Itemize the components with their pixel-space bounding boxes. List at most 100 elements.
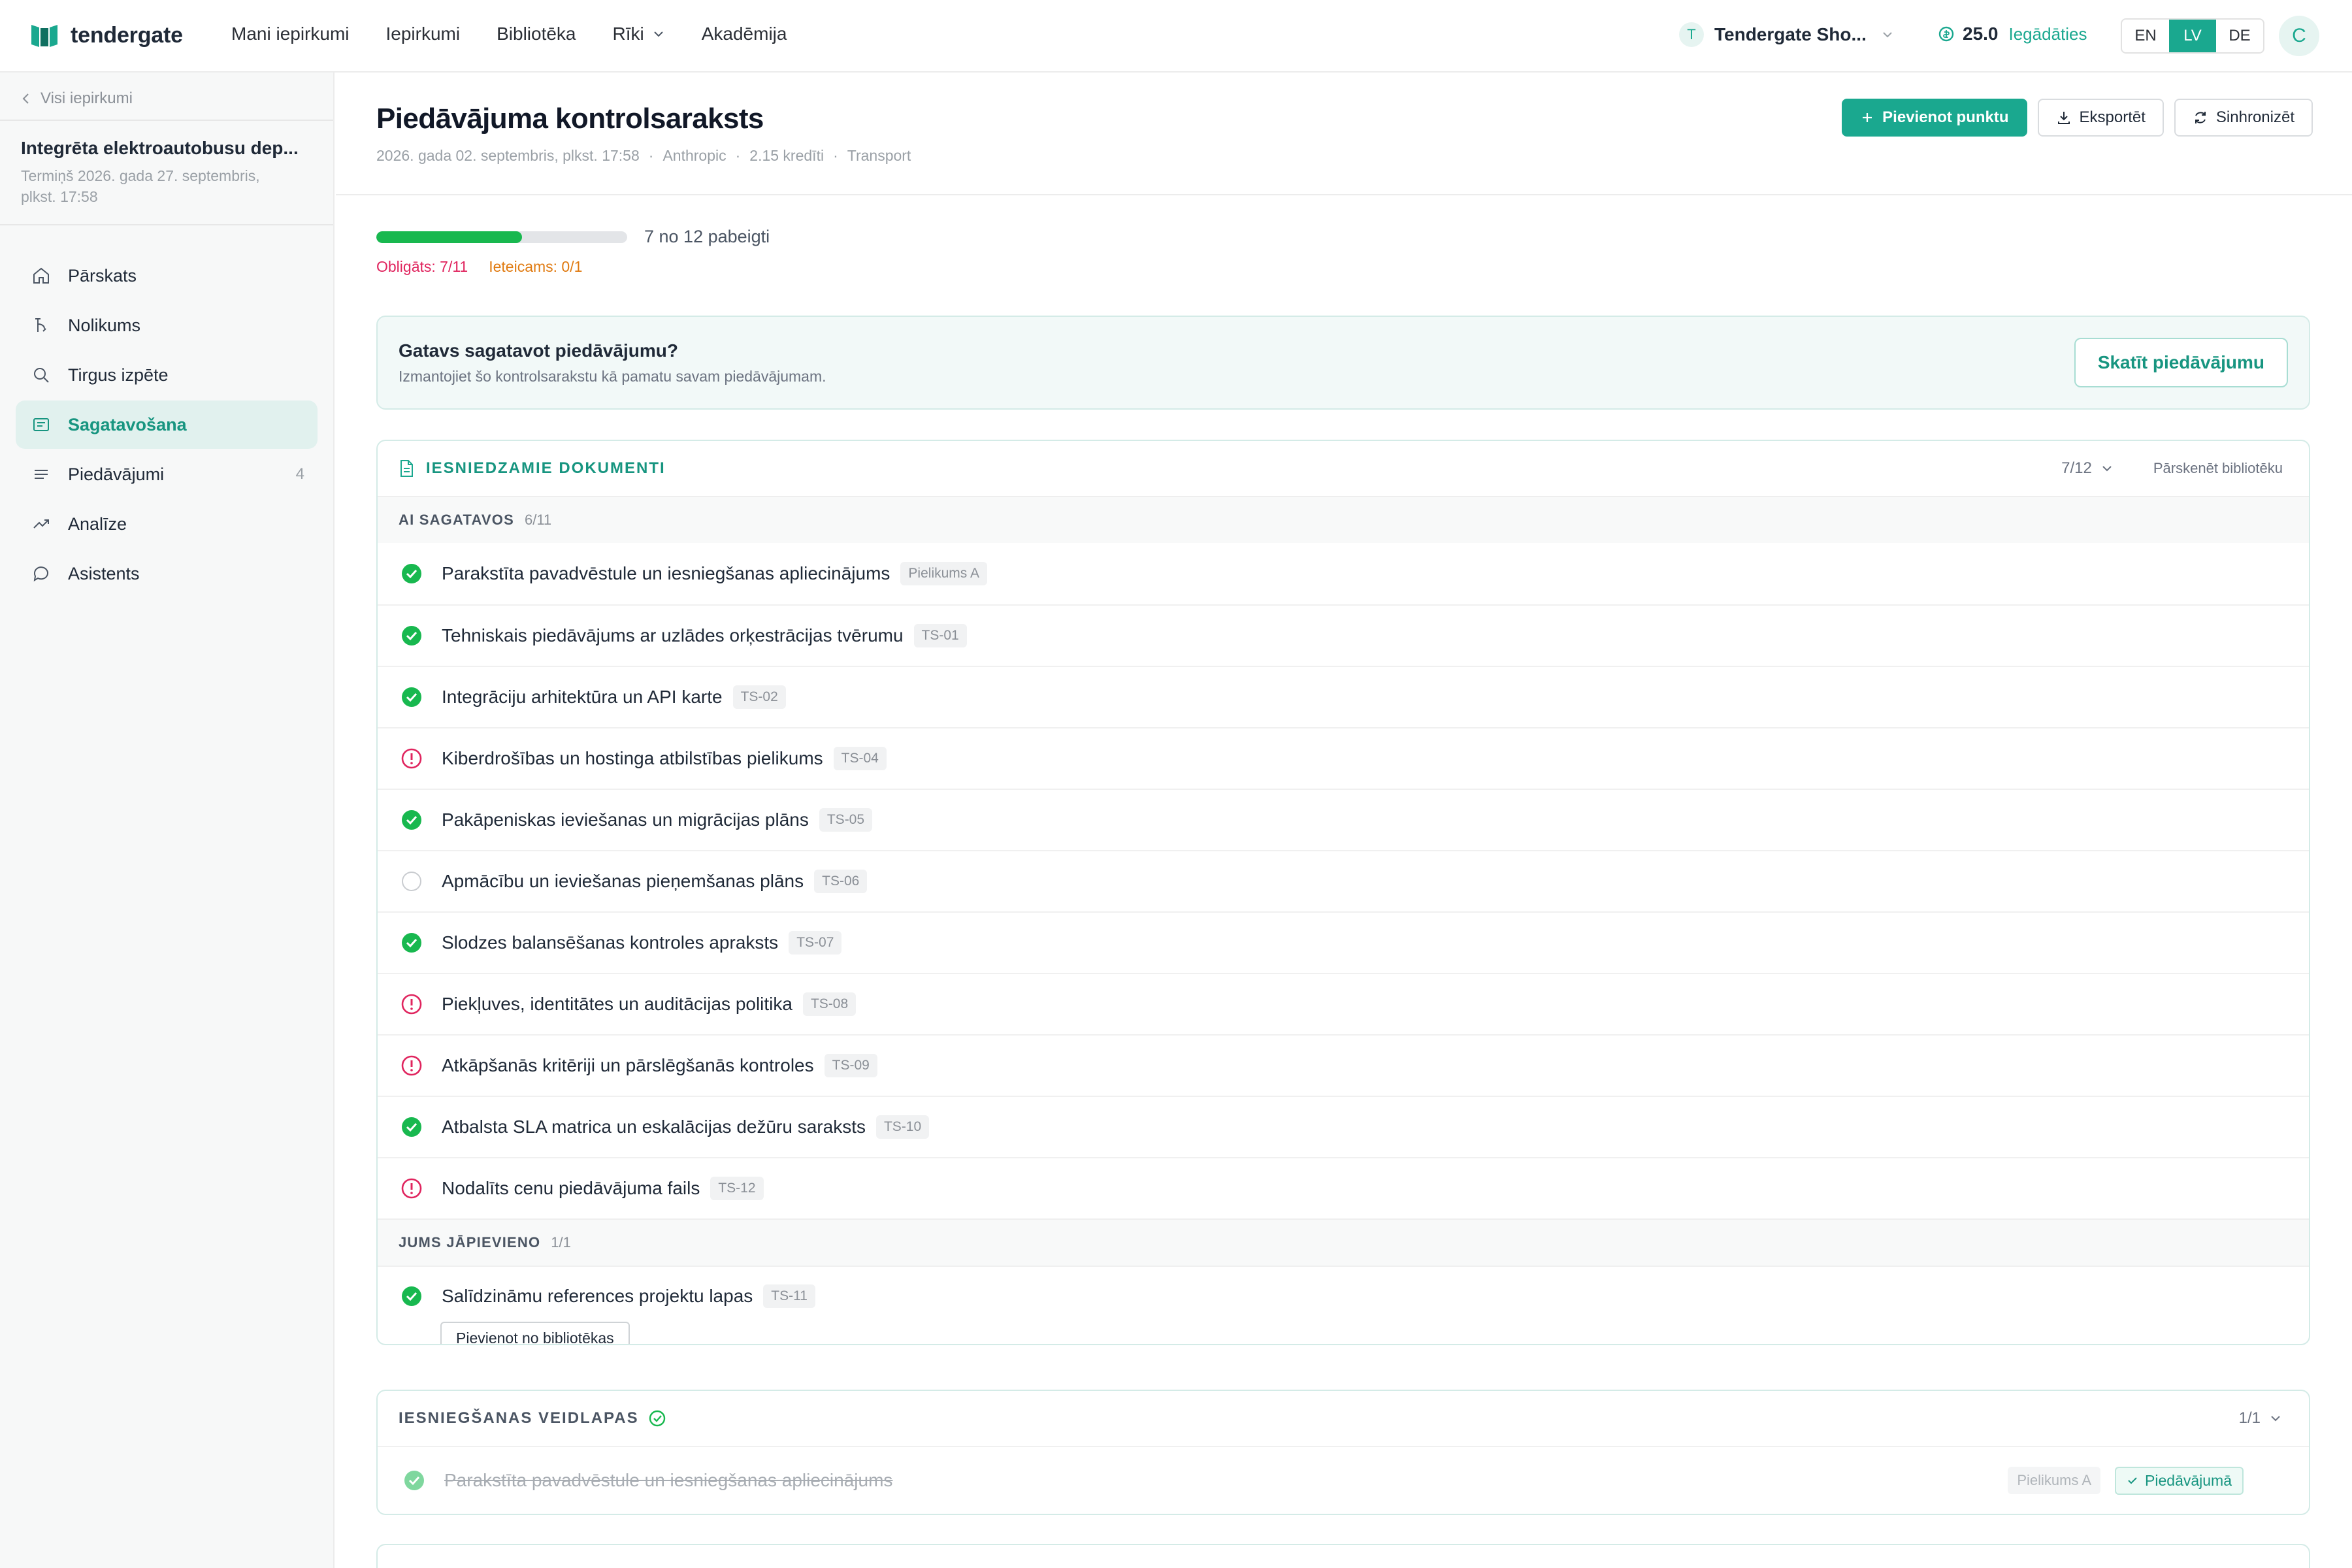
nav-procurements[interactable]: Iepirkumi: [386, 24, 461, 44]
chevron-down-icon[interactable]: [2268, 1411, 2283, 1426]
user-document-line: Salīdzināmu references projektu lapas TS…: [400, 1279, 2309, 1314]
documents-section-header[interactable]: IESNIEDZAMIE DOKUMENTI 7/12 Pārskenēt bi…: [378, 441, 2309, 496]
document-name: Atbalsta SLA matrica un eskalācijas dežū…: [442, 1117, 866, 1137]
top-navigation: tendergate Mani iepirkumi Iepirkumi Bibl…: [0, 0, 2352, 73]
search-icon: [34, 368, 49, 383]
view-bid-button[interactable]: Skatīt piedāvājumu: [2074, 338, 2288, 387]
meta-credits: 2.15 kredīti: [749, 147, 825, 164]
document-tag: TS-10: [875, 1115, 930, 1139]
document-row[interactable]: Kiberdrošības un hostinga atbilstības pi…: [378, 727, 2309, 789]
project-title: Integrēta elektroautobusu dep...: [21, 138, 299, 158]
user-avatar[interactable]: C: [2279, 16, 2319, 56]
ai-group-name: AI SAGATAVOS: [399, 512, 514, 528]
forms-section: IESNIEGŠANAS VEIDLAPAS 1/1 Parakstīta pa…: [376, 1390, 2310, 1515]
form-row[interactable]: Parakstīta pavadvēstule un iesniegšanas …: [378, 1446, 2309, 1514]
add-item-button[interactable]: Pievienot punktu: [1842, 99, 2027, 137]
sync-button[interactable]: Sinhronizēt: [2174, 99, 2313, 137]
meta-separator: ·: [648, 147, 654, 164]
export-button[interactable]: Eksportēt: [2037, 99, 2164, 137]
add-item-label: Pievienot punktu: [1882, 108, 2009, 126]
document-name: Parakstīta pavadvēstule un iesniegšanas …: [442, 563, 890, 583]
user-group-count: 1/1: [551, 1234, 571, 1250]
forms-section-header[interactable]: IESNIEGŠANAS VEIDLAPAS 1/1: [378, 1391, 2309, 1446]
document-row[interactable]: Apmācību un ieviešanas pieņemšanas plāns…: [378, 850, 2309, 911]
sync-label: Sinhronizēt: [2215, 108, 2295, 126]
document-row[interactable]: Atbalsta SLA matrica un eskalācijas dežū…: [378, 1096, 2309, 1157]
documents-count: 7/12: [2061, 459, 2092, 477]
sidebar-item-regulations[interactable]: Nolikums: [16, 301, 318, 350]
chevron-left-icon: [22, 93, 29, 104]
document-row[interactable]: Parakstīta pavadvēstule un iesniegšanas …: [378, 543, 2309, 604]
documents-section-title: IESNIEDZAMIE DOKUMENTI: [426, 459, 666, 477]
sidebar-item-label: Sagatavošana: [68, 414, 187, 434]
lang-en[interactable]: EN: [2122, 20, 2169, 52]
check-circle-outline-icon: [649, 1410, 665, 1427]
tenant-badge: T: [1679, 22, 1704, 47]
lang-de[interactable]: DE: [2216, 20, 2263, 52]
nav-tools[interactable]: Rīki: [613, 24, 665, 44]
add-from-library-button[interactable]: Pievienot no bibliotēkas: [440, 1322, 630, 1344]
documents-section: IESNIEDZAMIE DOKUMENTI 7/12 Pārskenēt bi…: [376, 440, 2310, 1345]
header-actions: Pievienot punktu Eksportēt Sinhronizēt: [1831, 99, 2313, 137]
progress-text: 7 no 12 pabeigti: [644, 227, 770, 246]
lang-lv[interactable]: LV: [2169, 20, 2216, 52]
sidebar-item-market-research[interactable]: Tirgus izpēte: [16, 351, 318, 399]
brand-logo[interactable]: tendergate: [30, 22, 183, 48]
chevron-down-icon[interactable]: [2100, 461, 2114, 476]
ready-subtitle: Izmantojiet šo kontrolsarakstu kā pamatu…: [399, 368, 826, 385]
document-row[interactable]: Piekļuves, identitātes un auditācijas po…: [378, 973, 2309, 1034]
check-circle-icon: [402, 687, 421, 707]
document-icon: [400, 460, 413, 477]
meta-model: Anthropic: [662, 147, 727, 164]
sidebar-item-overview[interactable]: Pārskats: [16, 252, 318, 300]
document-row[interactable]: Integrāciju arhitektūra un API karte TS-0…: [378, 666, 2309, 727]
nav-academy[interactable]: Akadēmija: [702, 24, 787, 44]
sidebar-item-bids[interactable]: Piedāvājumi 4: [16, 450, 318, 498]
document-row[interactable]: Slodzes balansēšanas kontroles apraksts T…: [378, 911, 2309, 973]
document-row[interactable]: Pakāpeniskas ieviešanas un migrācijas pl…: [378, 789, 2309, 850]
sidebar-item-preparation[interactable]: Sagatavošana: [16, 400, 318, 449]
check-circle-icon: [402, 810, 421, 830]
forms-count: 1/1: [2238, 1409, 2261, 1427]
document-row[interactable]: Atkāpšanās kritēriji un pārslēgšanās kon…: [378, 1034, 2309, 1096]
document-name: Slodzes balansēšanas kontroles apraksts: [442, 932, 779, 953]
export-label: Eksportēt: [2079, 108, 2146, 126]
main-nav: Mani iepirkumi Iepirkumi Bibliotēka Rīki…: [231, 24, 823, 44]
sidebar-item-label: Tirgus izpēte: [68, 365, 169, 385]
ready-title: Gatavs sagatavot piedāvājumu?: [399, 340, 678, 361]
sidebar-item-label: Asistents: [68, 563, 140, 583]
sidebar-item-analysis[interactable]: Analīze: [16, 500, 318, 548]
tenant-switcher[interactable]: T Tendergate Sho...: [1679, 22, 1894, 47]
requirement-counts: Obligāts: 7/11 Ieteicams: 0/1: [376, 258, 582, 276]
page-title: Piedāvājuma kontrolsaraksts: [376, 103, 764, 135]
buy-credits-link[interactable]: Iegādāties: [2009, 24, 2087, 44]
home-icon: [33, 267, 49, 284]
back-to-all-procurements[interactable]: Visi iepirkumi: [21, 90, 133, 108]
recommended-count: Ieteicams: 0/1: [489, 258, 583, 275]
meta-separator: ·: [735, 147, 741, 164]
main-content: Piedāvājuma kontrolsaraksts 2026. gada 0…: [336, 73, 2352, 1568]
document-tag: TS-01: [913, 624, 967, 647]
sidebar-menu: Pārskats Nolikums Tirgus izpēte Sagatavo…: [16, 252, 318, 599]
scale-icon: [35, 318, 46, 332]
user-document-row[interactable]: Salīdzināmu references projektu lapas TS…: [378, 1266, 2309, 1344]
meta-category: Transport: [847, 147, 911, 164]
alert-circle-icon: [401, 994, 422, 1015]
rescan-library-link[interactable]: Pārskenēt bibliotēku: [2153, 460, 2283, 477]
sidebar-item-label: Analīze: [68, 514, 127, 534]
ai-group-count: 6/11: [524, 512, 552, 528]
chevron-down-icon: [1883, 32, 1892, 38]
empty-circle-icon: [402, 872, 421, 891]
tenant-name: Tendergate Sho...: [1714, 24, 1867, 44]
document-tag: TS-07: [789, 931, 842, 955]
document-name: Pakāpeniskas ieviešanas un migrācijas pl…: [442, 809, 809, 830]
nav-library[interactable]: Bibliotēka: [497, 24, 576, 44]
document-row[interactable]: Nodalīts cenu piedāvājuma fails TS-12: [378, 1157, 2309, 1218]
forms-section-title: IESNIEGŠANAS VEIDLAPAS: [399, 1409, 639, 1427]
document-tag: TS-11: [763, 1284, 815, 1308]
document-row[interactable]: Tehniskais piedāvājums ar uzlādes orķest…: [378, 604, 2309, 666]
ai-document-list: Parakstīta pavadvēstule un iesniegšanas …: [378, 543, 2309, 1218]
nav-my-procurements[interactable]: Mani iepirkumi: [231, 24, 350, 44]
ready-callout: Gatavs sagatavot piedāvājumu? Izmantojie…: [376, 316, 2310, 410]
sidebar-item-assistant[interactable]: Asistents: [16, 549, 318, 598]
